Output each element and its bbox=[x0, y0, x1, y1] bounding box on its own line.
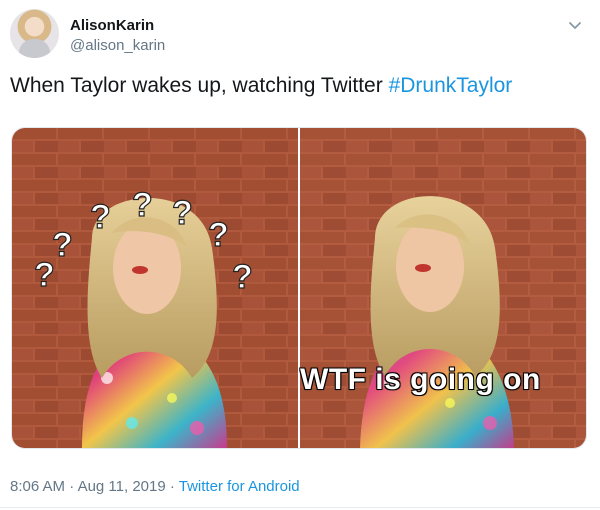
question-mark: ? bbox=[90, 198, 111, 236]
question-mark: ? bbox=[132, 186, 153, 224]
question-mark: ? bbox=[52, 226, 73, 264]
question-mark: ? bbox=[34, 256, 55, 294]
tweet-media[interactable]: ? ? ? ? ? ? ? WTF is going on bbox=[11, 127, 587, 449]
media-image-left[interactable]: ? ? ? ? ? ? ? bbox=[12, 128, 298, 448]
divider bbox=[0, 507, 600, 508]
user-handle[interactable]: @alison_karin bbox=[70, 37, 165, 54]
question-mark: ? bbox=[208, 216, 229, 254]
tweet-metadata: 8:06 AM · Aug 11, 2019 · Twitter for And… bbox=[10, 478, 300, 495]
chevron-down-icon[interactable] bbox=[566, 17, 584, 35]
tweet: AlisonKarin @alison_karin When Taylor wa… bbox=[0, 0, 600, 510]
tweet-header: AlisonKarin @alison_karin bbox=[10, 6, 590, 62]
tweet-body: When Taylor wakes up, watching Twitter bbox=[10, 74, 389, 97]
media-image-right[interactable]: WTF is going on bbox=[300, 128, 586, 448]
separator: · bbox=[65, 478, 78, 495]
question-mark: ? bbox=[232, 258, 253, 296]
avatar[interactable] bbox=[10, 9, 59, 58]
gif-caption: WTF is going on bbox=[300, 363, 541, 396]
display-name[interactable]: AlisonKarin bbox=[70, 17, 154, 34]
tweet-date[interactable]: Aug 11, 2019 bbox=[78, 478, 166, 495]
question-marks-doodle: ? ? ? ? ? ? ? bbox=[33, 185, 253, 296]
hashtag-link[interactable]: #DrunkTaylor bbox=[389, 74, 513, 97]
question-mark: ? bbox=[172, 194, 193, 232]
separator: · bbox=[165, 478, 179, 495]
gif-frame-right bbox=[300, 128, 586, 448]
tweet-time[interactable]: 8:06 AM bbox=[10, 478, 65, 495]
tweet-text: When Taylor wakes up, watching Twitter #… bbox=[10, 72, 512, 100]
tweet-source-link[interactable]: Twitter for Android bbox=[179, 478, 300, 495]
